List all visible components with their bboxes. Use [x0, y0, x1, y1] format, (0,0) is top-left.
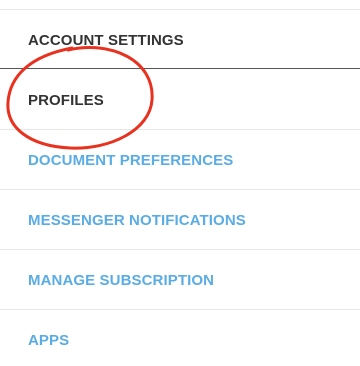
menu-item-profiles[interactable]: PROFILES [0, 92, 360, 109]
divider [0, 189, 360, 190]
menu-item-account-settings[interactable]: ACCOUNT SETTINGS [0, 32, 360, 49]
divider [0, 249, 360, 250]
red-circle-annotation [6, 45, 154, 150]
divider [0, 68, 360, 69]
settings-menu: ACCOUNT SETTINGS PROFILES DOCUMENT PREFE… [0, 0, 360, 366]
menu-item-messenger-notifications[interactable]: MESSENGER NOTIFICATIONS [0, 212, 360, 229]
divider [0, 309, 360, 310]
divider [0, 129, 360, 130]
menu-item-document-preferences[interactable]: DOCUMENT PREFERENCES [0, 152, 360, 169]
menu-item-manage-subscription[interactable]: MANAGE SUBSCRIPTION [0, 272, 360, 289]
menu-item-apps[interactable]: APPS [0, 332, 360, 349]
top-divider [0, 9, 360, 10]
